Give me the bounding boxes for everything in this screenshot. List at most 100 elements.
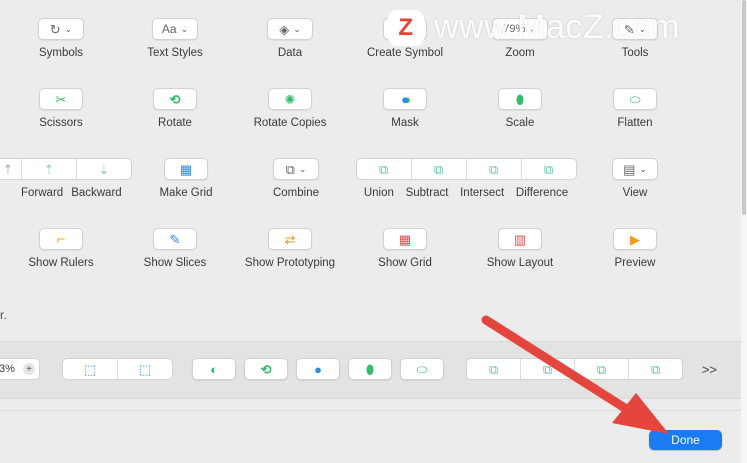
default-segment-2[interactable]: ⬚ [118, 359, 172, 379]
watermark: Z www.MacZ.com [388, 8, 680, 47]
frame-icon: ⬚ [83, 361, 97, 377]
flatten-button[interactable]: ⬭ [613, 88, 657, 110]
toolbar-item-label: View [622, 187, 648, 199]
data-button[interactable]: ◈ ⌄ [267, 18, 313, 40]
forward-segment[interactable]: ⇡ [22, 159, 77, 179]
default-rotate-button[interactable]: ⟲ [244, 358, 288, 380]
toolbar-item-show-layout[interactable]: ▥ Show Layout [462, 228, 578, 269]
default-boolean-segmented[interactable]: ⧉ ⧉ ⧉ ⧉ [466, 358, 683, 380]
difference-label: Difference [515, 187, 569, 199]
toolbar-item-show-rulers[interactable]: ⌐ Show Rulers [3, 228, 119, 269]
rotate-copies-button[interactable]: ✺ [268, 88, 312, 110]
rotate-copies-icon: ✺ [284, 91, 296, 107]
watermark-text: www.MacZ.com [434, 8, 680, 46]
show-layout-button[interactable]: ▥ [498, 228, 542, 250]
toolbar-item-scale[interactable]: ⬮ Scale [462, 88, 578, 129]
toolbar-item-boolean-ops[interactable]: ⧉ ⧉ ⧉ ⧉ Union Subtract Intersect Differe… [355, 158, 577, 199]
preview-play-icon: ▶ [630, 231, 640, 247]
forward-label: Forward [21, 187, 64, 199]
mask-icon: ● [401, 91, 409, 107]
segment-previous[interactable]: ⇡ [0, 159, 22, 179]
default-segment-1[interactable]: ⬚ [63, 359, 118, 379]
arrange-segmented[interactable]: ⇡ ⇡ ⇣ [0, 158, 132, 180]
prototyping-icon: ⇄ [284, 231, 296, 247]
zoom-value: 3% [0, 363, 15, 375]
subtract-segment[interactable]: ⧉ [412, 159, 467, 179]
default-flatten-button[interactable]: ⬭ [400, 358, 444, 380]
toolbar-item-label: Show Slices [143, 257, 207, 269]
difference-icon: ⧉ [543, 161, 554, 177]
scale-shape-icon: ⬮ [365, 361, 375, 377]
default-toolbar-set[interactable]: 3% + ⬚ ⬚ ◐ ⟲ ● ⬮ ⬭ ⧉ ⧉ ⧉ ⧉ >> [0, 341, 741, 399]
done-button[interactable]: Done [649, 430, 722, 450]
toolbar-item-flatten[interactable]: ⬭ Flatten [577, 88, 693, 129]
backward-label: Backward [71, 187, 122, 199]
subtract-icon: ⧉ [542, 361, 553, 377]
customize-toolbar-sheet: ↻ ⌄ Symbols Aa ⌄ Text Styles ◈ ⌄ Data ◇ … [0, 0, 741, 463]
toolbar-item-rotate[interactable]: ⟲ Rotate [117, 88, 233, 129]
toolbar-item-preview[interactable]: ▶ Preview [577, 228, 693, 269]
toolbar-item-label: Zoom [505, 47, 535, 59]
show-rulers-button[interactable]: ⌐ [39, 228, 83, 250]
watermark-logo: Z [388, 9, 424, 46]
scrollbar[interactable] [741, 0, 747, 463]
toolbar-item-data[interactable]: ◈ ⌄ Data [232, 18, 348, 59]
zoom-plus-icon[interactable]: + [23, 363, 35, 375]
default-union-segment[interactable]: ⧉ [467, 359, 521, 379]
make-grid-button[interactable]: ▦ [164, 158, 208, 180]
toolbar-item-make-grid[interactable]: ▦ Make Grid [128, 158, 244, 199]
chevron-down-icon: ⌄ [293, 23, 301, 34]
default-subtract-segment[interactable]: ⧉ [521, 359, 575, 379]
toolbar-item-symbols[interactable]: ↻ ⌄ Symbols [3, 18, 119, 59]
toolbar-item-text-styles[interactable]: Aa ⌄ Text Styles [117, 18, 233, 59]
toolbar-item-arrange[interactable]: ⇡ ⇡ ⇣ Forward Backward [0, 158, 132, 199]
preview-button[interactable]: ▶ [613, 228, 657, 250]
toolbar-item-label: Make Grid [159, 187, 213, 199]
make-grid-icon: ▦ [179, 161, 193, 177]
intersect-segment[interactable]: ⧉ [467, 159, 522, 179]
scale-icon: ◐ [210, 361, 218, 377]
default-intersect-segment[interactable]: ⧉ [575, 359, 629, 379]
toolbar-item-view[interactable]: ▤ ⌄ View [577, 158, 693, 199]
toolbar-item-rotate-copies[interactable]: ✺ Rotate Copies [232, 88, 348, 129]
view-button[interactable]: ▤ ⌄ [612, 158, 658, 180]
default-scale-shape-button[interactable]: ⬮ [348, 358, 392, 380]
toolbar-item-mask[interactable]: ● Mask [347, 88, 463, 129]
default-arrange-segmented[interactable]: ⬚ ⬚ [62, 358, 173, 380]
default-set-hint: r. [0, 308, 7, 322]
boolean-segmented[interactable]: ⧉ ⧉ ⧉ ⧉ [355, 158, 577, 180]
toolbar-item-label: Show Grid [378, 257, 432, 269]
intersect-icon: ⧉ [596, 361, 607, 377]
union-segment[interactable]: ⧉ [357, 159, 412, 179]
grid-icon: ▦ [398, 231, 412, 247]
combine-button[interactable]: ⧉ ⌄ [273, 158, 319, 180]
show-grid-button[interactable]: ▦ [383, 228, 427, 250]
mask-button[interactable]: ● [383, 88, 427, 110]
scissors-button[interactable]: ✂ [39, 88, 83, 110]
show-slices-button[interactable]: ✎ [153, 228, 197, 250]
forward-icon: ⇡ [43, 161, 55, 177]
symbols-button[interactable]: ↻ ⌄ [38, 18, 84, 40]
toolbar-item-label: Data [277, 47, 303, 59]
zoom-field[interactable]: 3% + [0, 358, 40, 380]
toolbar-item-show-prototyping[interactable]: ⇄ Show Prototyping [232, 228, 348, 269]
scissors-icon: ✂ [55, 91, 67, 107]
difference-segment[interactable]: ⧉ [522, 159, 576, 179]
combine-icon: ⧉ [285, 161, 295, 177]
default-mask-button[interactable]: ● [296, 358, 340, 380]
scrollbar-thumb[interactable] [742, 0, 746, 215]
default-difference-segment[interactable]: ⧉ [629, 359, 682, 379]
rotate-button[interactable]: ⟲ [153, 88, 197, 110]
show-prototyping-button[interactable]: ⇄ [268, 228, 312, 250]
backward-segment[interactable]: ⇣ [77, 159, 131, 179]
difference-icon: ⧉ [650, 361, 661, 377]
default-scale-button[interactable]: ◐ [192, 358, 236, 380]
toolbar-item-show-grid[interactable]: ▦ Show Grid [347, 228, 463, 269]
overflow-chevron-icon[interactable]: >> [702, 362, 717, 377]
subtract-icon: ⧉ [433, 161, 444, 177]
toolbar-item-show-slices[interactable]: ✎ Show Slices [117, 228, 233, 269]
text-styles-button[interactable]: Aa ⌄ [152, 18, 198, 40]
toolbar-item-combine[interactable]: ⧉ ⌄ Combine [238, 158, 354, 199]
scale-button[interactable]: ⬮ [498, 88, 542, 110]
toolbar-item-scissors[interactable]: ✂ Scissors [3, 88, 119, 129]
